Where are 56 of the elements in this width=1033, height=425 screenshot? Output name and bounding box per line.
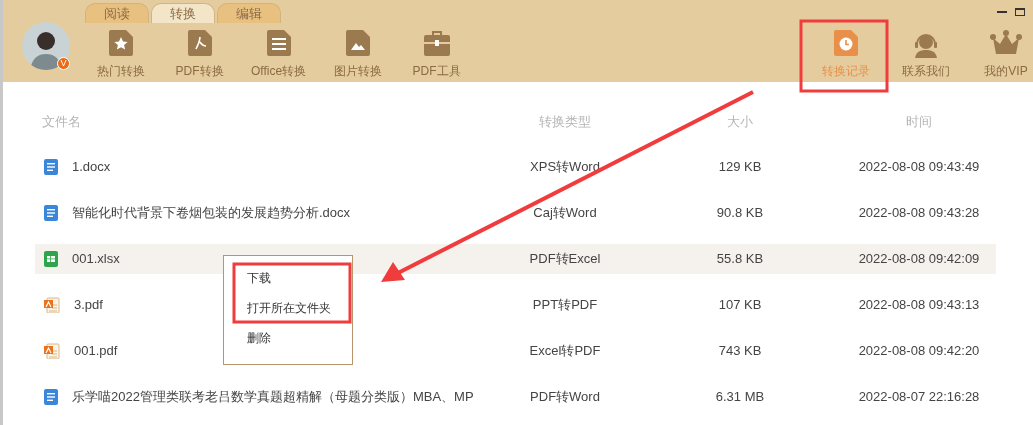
document-icon [44,389,58,405]
pdf-icon [44,343,60,359]
table-cell-text: Caj转Word [533,204,597,223]
toolbar-button[interactable]: PDF工具 [397,30,476,80]
toolbox-icon [423,30,450,56]
table-cell-text: 2022-08-08 09:42:20 [858,342,980,361]
column-header: 大小 [727,113,753,131]
tab[interactable]: 编辑 [217,3,281,23]
clock-document-icon [834,30,858,56]
file-name: 001.xlsx [72,250,120,269]
menu-item[interactable]: 删除 [224,328,352,347]
table-cell-text: 2022-08-07 22:16:28 [858,388,980,407]
image-document-icon [345,30,370,56]
pdf-document-icon [187,30,212,56]
tab[interactable]: 转换 [151,3,215,23]
avatar[interactable] [22,22,70,70]
file-name: 智能化时代背景下卷烟包装的发展趋势分析.docx [72,204,351,223]
table-cell-text: 6.31 MB [715,388,765,407]
file-name: 3.pdf [74,296,103,315]
table-cell-text: 743 KB [718,342,762,361]
table-cell-text: PPT转PDF [532,296,598,315]
table-cell-text: XPS转Word [530,158,600,177]
column-header: 转换类型 [539,113,591,131]
table-cell-text: 90.8 KB [716,204,764,223]
document-icon [44,205,58,221]
tab[interactable]: 阅读 [85,3,149,23]
table-cell-text: 2022-08-08 09:43:13 [858,296,980,315]
toolbar-button[interactable]: 热门转换 [81,30,160,80]
file-name: 乐学喵2022管理类联考老吕数学真题超精解（母题分类版）MBA、MP [72,388,474,407]
file-name: 1.docx [72,158,111,177]
vip-badge: V [57,57,70,70]
toolbar-button[interactable]: Office转换 [239,30,318,80]
star-document-icon [108,30,133,56]
spreadsheet-icon [44,251,58,267]
toolbar-button[interactable]: 我的VIP [966,30,1033,80]
table-cell-text: Excel转PDF [529,342,601,361]
document-icon [266,30,291,56]
table-cell-text: 55.8 KB [716,250,764,269]
table-cell-text: 129 KB [718,158,762,177]
toolbar-button[interactable]: 联系我们 [886,30,966,80]
toolbar-button[interactable]: 图片转换 [318,30,397,80]
file-name: 001.pdf [74,342,118,361]
table-cell-text: 2022-08-08 09:43:28 [858,204,980,223]
maximize-icon[interactable] [1015,8,1025,16]
table-cell-text: 2022-08-08 09:43:49 [858,158,980,177]
table-cell-text: 107 KB [718,296,762,315]
table-cell-text: PDF转Word [530,388,600,407]
pdf-icon [44,297,60,313]
column-header: 时间 [906,113,932,131]
crown-icon [990,30,1022,56]
toolbar-button[interactable]: PDF转换 [160,30,239,80]
menu-item[interactable]: 打开所在文件夹 [224,298,352,317]
document-icon [44,159,58,175]
column-header: 文件名 [41,113,82,131]
table-cell-text: PDF转Excel [529,250,601,269]
table-cell-text: 2022-08-08 09:42:09 [858,250,980,269]
